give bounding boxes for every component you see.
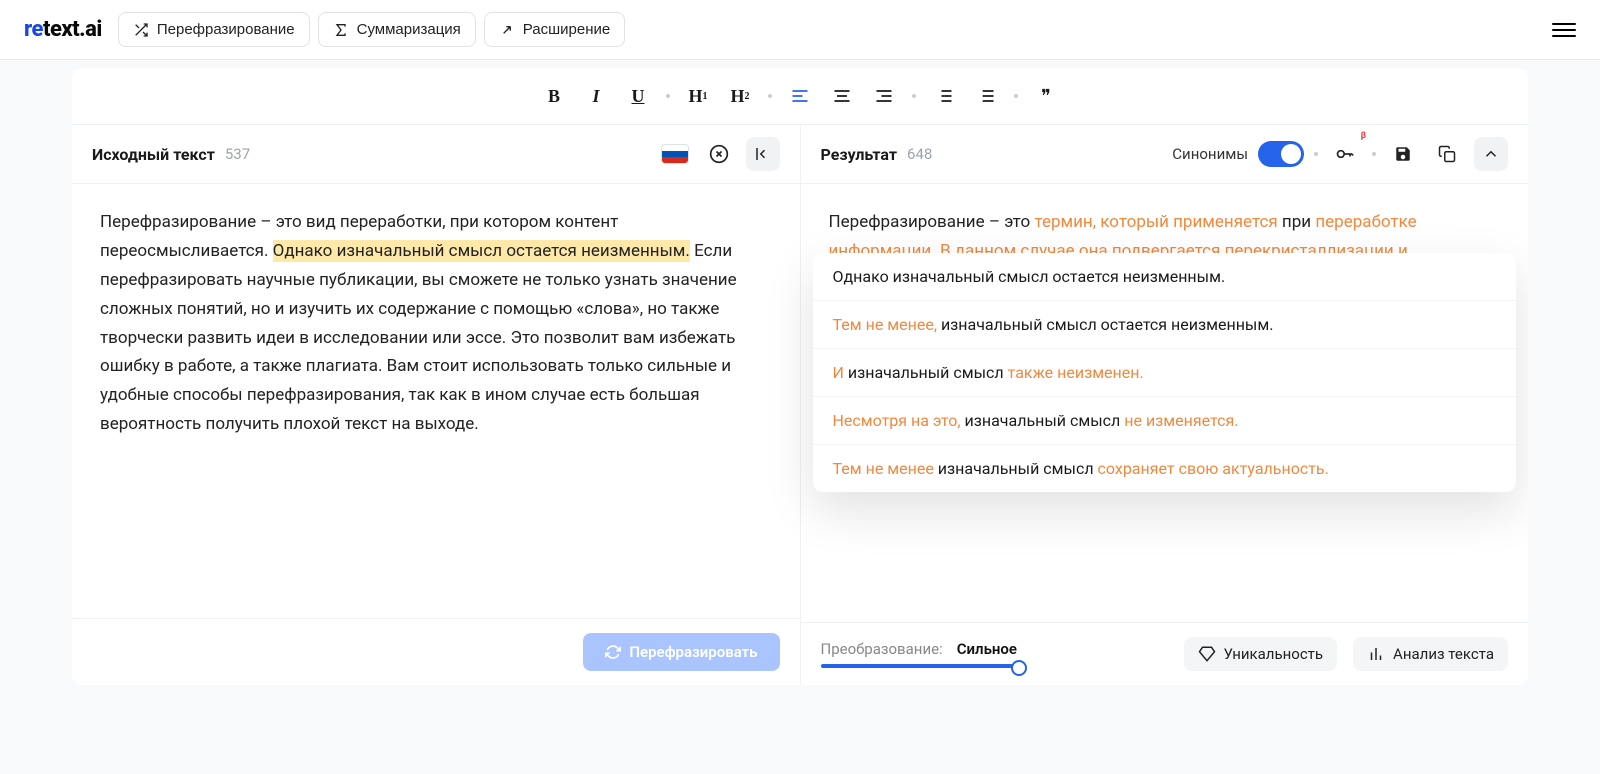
alternative-option[interactable]: Однако изначальный смысл остается неизме… [813, 253, 1517, 301]
diamond-icon [1198, 645, 1216, 663]
transform-slider[interactable] [821, 664, 1021, 668]
collapse-left-button[interactable] [746, 137, 780, 171]
keywords-button[interactable]: β [1328, 137, 1362, 171]
result-char-count: 648 [907, 145, 932, 163]
source-char-count: 537 [225, 145, 250, 163]
expand-label: Расширение [523, 21, 610, 38]
source-panel-header: Исходный текст 537 [72, 125, 800, 184]
save-icon [1394, 145, 1412, 163]
clear-icon [709, 144, 729, 164]
mode-buttons: Перефразирование Суммаризация Расширение [118, 12, 625, 47]
chevron-up-icon [1482, 145, 1500, 163]
alt-text: изначальный смысл [961, 411, 1125, 430]
refresh-icon [605, 644, 621, 660]
copy-icon [1438, 145, 1456, 163]
paraphrase-label: Перефразирование [157, 21, 295, 38]
alt-text: изначальный смысл [934, 459, 1098, 478]
alt-changed: Несмотря на это, [833, 411, 961, 430]
language-flag-button[interactable] [658, 137, 692, 171]
align-left-button[interactable] [786, 82, 814, 110]
unordered-list-button[interactable] [972, 82, 1000, 110]
expand-mode-button[interactable]: Расширение [484, 12, 625, 47]
result-title: Результат [821, 145, 898, 164]
h1-button[interactable]: H1 [684, 82, 712, 110]
source-title: Исходный текст [92, 145, 215, 164]
alt-changed: не изменяется. [1124, 411, 1238, 430]
italic-button[interactable]: I [582, 82, 610, 110]
paraphrase-button[interactable]: Перефразировать [583, 633, 779, 671]
bold-button[interactable]: B [540, 82, 568, 110]
source-text-area[interactable]: Перефразирование – это вид переработки, … [72, 184, 800, 618]
beta-badge: β [1361, 131, 1366, 141]
logo-text: text.ai [43, 17, 102, 42]
key-icon [1335, 144, 1355, 164]
uniqueness-label: Уникальность [1224, 645, 1324, 663]
result-panel: Результат 648 Синонимы β [801, 125, 1529, 685]
logo[interactable]: retext.ai [24, 17, 102, 42]
paraphrase-mode-button[interactable]: Перефразирование [118, 12, 310, 47]
separator [666, 94, 670, 98]
h2-button[interactable]: H2 [726, 82, 754, 110]
separator [912, 94, 916, 98]
save-button[interactable] [1386, 137, 1420, 171]
separator [1372, 152, 1376, 156]
synonyms-toggle[interactable] [1258, 141, 1304, 167]
uniqueness-button[interactable]: Уникальность [1184, 637, 1338, 671]
alt-text: изначальный смысл остается неизменным. [937, 315, 1273, 334]
alt-changed: Тем не менее [833, 459, 934, 478]
alternative-option[interactable]: Несмотря на это, изначальный смысл не из… [813, 397, 1517, 445]
separator [1014, 94, 1018, 98]
alternatives-dropdown: Однако изначальный смысл остается неизме… [813, 253, 1517, 492]
quote-button[interactable]: ❞ [1032, 82, 1060, 110]
separator [1314, 152, 1318, 156]
source-highlighted-sentence: Однако изначальный смысл остается неизме… [273, 240, 690, 262]
ru-flag-icon [661, 144, 689, 164]
alt-text: изначальный смысл [844, 363, 1008, 382]
alt-changed: также неизменен. [1008, 363, 1144, 382]
menu-button[interactable] [1552, 18, 1576, 42]
shuffle-icon [133, 22, 149, 38]
clear-button[interactable] [702, 137, 736, 171]
editor-panels: Исходный текст 537 Перефразирование – эт… [72, 125, 1528, 685]
text-analysis-button[interactable]: Анализ текста [1353, 637, 1508, 671]
collapse-right-button[interactable] [1474, 137, 1508, 171]
expand-icon [499, 22, 515, 38]
synonyms-label: Синонимы [1172, 145, 1248, 163]
result-panel-header: Результат 648 Синонимы β [801, 125, 1529, 184]
result-text: при [1278, 212, 1316, 232]
separator [768, 94, 772, 98]
sigma-icon [333, 22, 349, 38]
summarize-mode-button[interactable]: Суммаризация [318, 12, 476, 47]
summarize-label: Суммаризация [357, 21, 461, 38]
paraphrase-button-label: Перефразировать [629, 643, 757, 661]
alternative-option[interactable]: Тем не менее изначальный смысл сохраняет… [813, 445, 1517, 492]
ordered-list-button[interactable] [930, 82, 958, 110]
align-right-button[interactable] [870, 82, 898, 110]
result-changed: термин, который применяется [1034, 212, 1277, 232]
format-toolbar: B I U H1 H2 ❞ [72, 68, 1528, 125]
logo-re: re [24, 17, 43, 42]
source-text-after: Если перефразировать научные публикации,… [100, 241, 737, 434]
result-text: Перефразирование – это [829, 212, 1035, 232]
collapse-icon [754, 145, 772, 163]
analysis-label: Анализ текста [1393, 645, 1494, 663]
main-container: B I U H1 H2 ❞ Исходный текст 537 [72, 68, 1528, 685]
chart-icon [1367, 645, 1385, 663]
alternative-option[interactable]: И изначальный смысл также неизменен. [813, 349, 1517, 397]
result-footer: Преобразование: Сильное Уникальность Ана… [801, 622, 1529, 685]
alternative-option[interactable]: Тем не менее, изначальный смысл остается… [813, 301, 1517, 349]
align-center-button[interactable] [828, 82, 856, 110]
alt-changed: сохраняет свою актуальность. [1098, 459, 1329, 478]
top-header: retext.ai Перефразирование Суммаризация … [0, 0, 1600, 60]
transform-value: Сильное [957, 640, 1017, 658]
transform-label: Преобразование: [821, 640, 943, 658]
alt-changed: И [833, 363, 844, 382]
alt-text: Однако изначальный смысл остается неизме… [833, 267, 1226, 286]
copy-button[interactable] [1430, 137, 1464, 171]
alt-changed: Тем не менее, [833, 315, 937, 334]
source-panel: Исходный текст 537 Перефразирование – эт… [72, 125, 801, 685]
source-footer: Перефразировать [72, 618, 800, 685]
underline-button[interactable]: U [624, 82, 652, 110]
